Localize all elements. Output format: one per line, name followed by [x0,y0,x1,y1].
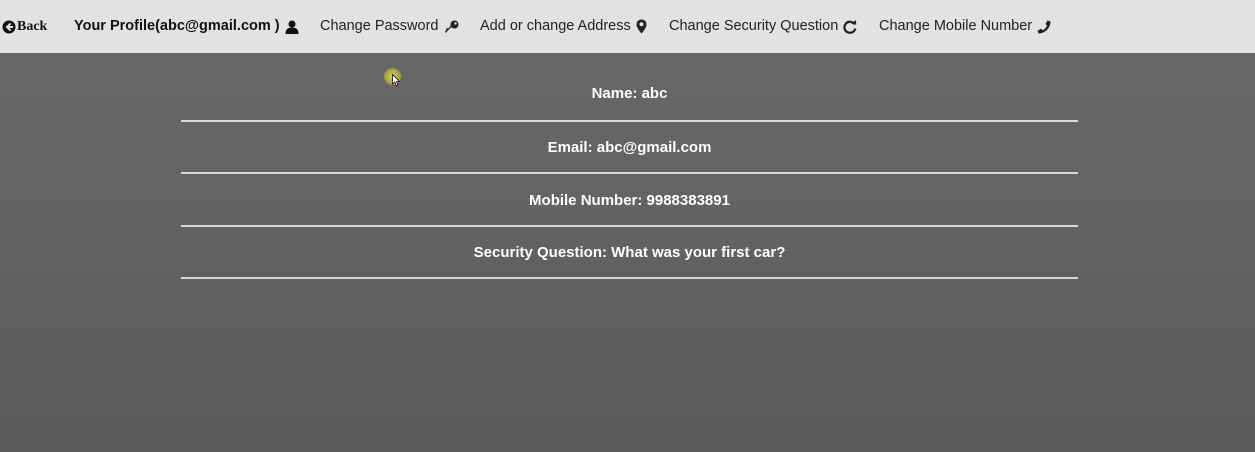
arrow-left-circle-icon [2,20,16,34]
mouse-cursor-icon [392,74,400,87]
profile-mobile: Mobile Number: 9988383891 [529,191,730,209]
user-icon [285,20,299,34]
security-question-label: Change Security Question [669,18,839,35]
nav-your-profile[interactable]: Your Profile(abc@gmail.com ) [74,0,299,53]
refresh-icon [843,19,857,34]
map-marker-icon [636,19,647,34]
profile-details: Name: abc Email: abc@gmail.com Mobile Nu… [181,53,1078,279]
profile-mobile-row: Mobile Number: 9988383891 [181,174,1078,227]
profile-name: Name: abc [591,85,668,102]
address-label: Add or change Address [480,18,631,35]
profile-security-question: Security Question: What was your first c… [473,243,786,261]
profile-label: Your Profile(abc@gmail.com ) [74,18,280,35]
profile-email: Email: abc@gmail.com [547,138,712,156]
phone-icon [1037,20,1051,34]
nav-change-password[interactable]: Change Password [320,0,459,53]
profile-security-question-row: Security Question: What was your first c… [181,227,1078,279]
profile-name-row: Name: abc [181,53,1078,122]
back-label: Back [17,18,48,34]
profile-email-row: Email: abc@gmail.com [181,122,1078,174]
nav-change-mobile-number[interactable]: Change Mobile Number [879,0,1051,53]
mobile-label: Change Mobile Number [879,18,1033,35]
change-password-label: Change Password [320,18,439,35]
nav-change-security-question[interactable]: Change Security Question [669,0,857,53]
top-navbar: Back Your Profile(abc@gmail.com ) Change… [0,0,1255,53]
key-icon [444,20,459,34]
nav-add-change-address[interactable]: Add or change Address [480,0,647,53]
back-link[interactable]: Back [2,0,47,53]
